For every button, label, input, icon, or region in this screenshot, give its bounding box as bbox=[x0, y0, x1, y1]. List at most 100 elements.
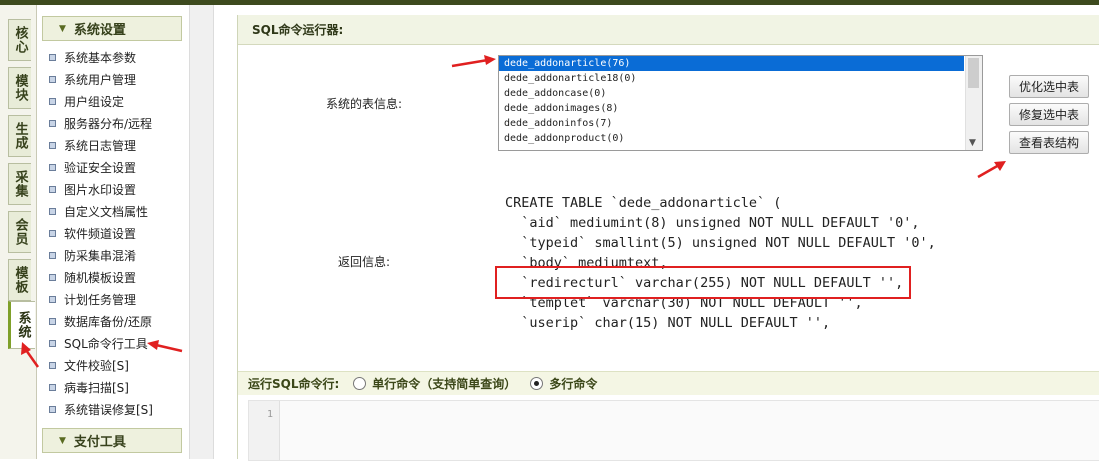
sidebar-item-error-repair[interactable]: 系统错误修复[S] bbox=[49, 398, 153, 420]
bullet-icon bbox=[49, 141, 56, 149]
bullet-icon bbox=[49, 229, 56, 237]
bullet-icon bbox=[49, 53, 56, 61]
sidebar-item-doc-attrs[interactable]: 自定义文档属性 bbox=[49, 200, 148, 222]
arrow-annotation-icon bbox=[977, 161, 1006, 179]
arrow-annotation-icon bbox=[147, 340, 183, 353]
bullet-icon bbox=[49, 119, 56, 127]
sidebar-item-security[interactable]: 验证安全设置 bbox=[49, 156, 136, 178]
sidebar-section-header-payment[interactable]: ▼ 支付工具 bbox=[42, 428, 182, 453]
bullet-icon bbox=[49, 273, 56, 281]
table-select-list[interactable]: dede_addonarticle(76) dede_addonarticle1… bbox=[498, 55, 983, 151]
result-line: `userip` char(15) NOT NULL DEFAULT '', bbox=[505, 315, 831, 331]
sidebar-section-header[interactable]: ▼ 系统设置 bbox=[42, 16, 182, 41]
tab-member[interactable]: 会员 bbox=[8, 211, 31, 253]
sidebar-item-db-backup[interactable]: 数据库备份/还原 bbox=[49, 310, 152, 332]
optimize-table-button[interactable]: 优化选中表 bbox=[1009, 75, 1089, 98]
sidebar-section-title: 支付工具 bbox=[73, 435, 126, 450]
sidebar-section-title: 系统设置 bbox=[73, 23, 126, 38]
sidebar-item-label: 系统用户管理 bbox=[64, 72, 137, 87]
sidebar-item-label: 软件频道设置 bbox=[64, 226, 137, 241]
sidebar-item-watermark[interactable]: 图片水印设置 bbox=[49, 178, 136, 200]
triangle-down-icon: ▼ bbox=[59, 23, 66, 34]
sidebar-item-anti-collect[interactable]: 防采集串混淆 bbox=[49, 244, 136, 266]
sidebar-item-label: 用户组设定 bbox=[64, 94, 125, 109]
bullet-icon bbox=[49, 97, 56, 105]
list-scrollbar[interactable]: ▼ bbox=[965, 56, 982, 150]
bullet-icon bbox=[49, 185, 56, 193]
sidebar-item-label: 病毒扫描[S] bbox=[64, 380, 129, 395]
sidebar-item-label: 随机模板设置 bbox=[64, 270, 137, 285]
sidebar: ▼ 系统设置 系统基本参数 系统用户管理 用户组设定 服务器分布/远程 系统日志… bbox=[37, 5, 189, 459]
sidebar-item-label: 文件校验[S] bbox=[64, 358, 129, 373]
sidebar-item-label: 计划任务管理 bbox=[64, 292, 137, 307]
sidebar-item-label: 服务器分布/远程 bbox=[64, 116, 153, 131]
tab-template[interactable]: 模板 bbox=[8, 259, 31, 301]
bullet-icon bbox=[49, 317, 56, 325]
tables-label: 系统的表信息: bbox=[326, 97, 403, 111]
sidebar-item-label: 系统基本参数 bbox=[64, 50, 137, 65]
scrollbar-thumb[interactable] bbox=[968, 58, 979, 88]
table-option[interactable]: dede_addoncase(0) bbox=[499, 86, 964, 101]
view-structure-button[interactable]: 查看表结构 bbox=[1009, 131, 1089, 154]
command-mode-bar: 运行SQL命令行: 单行命令（支持简单查询） 多行命令 bbox=[238, 371, 1099, 395]
bullet-icon bbox=[49, 361, 56, 369]
arrow-annotation-icon bbox=[21, 342, 40, 368]
bullet-icon bbox=[49, 339, 56, 347]
arrow-annotation-icon bbox=[451, 55, 496, 68]
radio-multi-line[interactable] bbox=[530, 377, 544, 390]
sidebar-item-label: SQL命令行工具 bbox=[64, 336, 148, 351]
sidebar-item-sql-tool[interactable]: SQL命令行工具 bbox=[49, 332, 148, 354]
sql-editor[interactable]: 1 bbox=[248, 400, 1099, 461]
highlight-annotation bbox=[495, 266, 911, 299]
panel-title: SQL命令运行器: bbox=[238, 15, 1099, 45]
sql-runner-panel: SQL命令运行器: 系统的表信息: dede_addonarticle(76) … bbox=[237, 15, 1099, 461]
table-option[interactable]: dede_addonproduct(0) bbox=[499, 131, 964, 146]
tab-core[interactable]: 核心 bbox=[8, 19, 31, 61]
bullet-icon bbox=[49, 75, 56, 83]
sidebar-item-label: 防采集串混淆 bbox=[64, 248, 137, 263]
sidebar-item-label: 图片水印设置 bbox=[64, 182, 137, 197]
left-tab-strip: 核心 模块 生成 采集 会员 模板 系统 bbox=[0, 5, 37, 459]
line-number-gutter: 1 bbox=[249, 401, 280, 460]
sidebar-item-random-template[interactable]: 随机模板设置 bbox=[49, 266, 136, 288]
result-line: CREATE TABLE `dede_addonarticle` ( bbox=[505, 195, 782, 211]
sidebar-item-servers[interactable]: 服务器分布/远程 bbox=[49, 112, 152, 134]
bullet-icon bbox=[49, 163, 56, 171]
sidebar-item-virus-scan[interactable]: 病毒扫描[S] bbox=[49, 376, 129, 398]
radio-single-line[interactable] bbox=[353, 377, 367, 390]
sidebar-item-label: 系统错误修复[S] bbox=[64, 402, 153, 417]
radio-multi-label[interactable]: 多行命令 bbox=[549, 375, 597, 392]
tab-collect[interactable]: 采集 bbox=[8, 163, 31, 205]
table-option[interactable]: dede_addonarticle(76) bbox=[499, 56, 964, 71]
sidebar-item-label: 自定义文档属性 bbox=[64, 204, 149, 219]
bullet-icon bbox=[49, 405, 56, 413]
result-line: `typeid` smallint(5) unsigned NOT NULL D… bbox=[505, 235, 936, 251]
table-option[interactable]: dede_addonarticle18(0) bbox=[499, 71, 964, 86]
bullet-icon bbox=[49, 251, 56, 259]
tab-module[interactable]: 模块 bbox=[8, 67, 31, 109]
repair-table-button[interactable]: 修复选中表 bbox=[1009, 103, 1089, 126]
sidebar-item-scheduled-tasks[interactable]: 计划任务管理 bbox=[49, 288, 136, 310]
sidebar-item-software-channel[interactable]: 软件频道设置 bbox=[49, 222, 136, 244]
radio-single-label[interactable]: 单行命令（支持简单查询） bbox=[372, 375, 516, 392]
command-label: 运行SQL命令行: bbox=[248, 377, 340, 391]
sidebar-item-user-groups[interactable]: 用户组设定 bbox=[49, 90, 124, 112]
sidebar-item-basic-params[interactable]: 系统基本参数 bbox=[49, 46, 136, 68]
result-output: CREATE TABLE `dede_addonarticle` ( `aid`… bbox=[505, 193, 945, 333]
table-option[interactable]: dede_addoninfos(7) bbox=[499, 116, 964, 131]
frame-splitter[interactable] bbox=[189, 5, 214, 459]
bullet-icon bbox=[49, 295, 56, 303]
sidebar-item-label: 数据库备份/还原 bbox=[64, 314, 153, 329]
sidebar-item-logs[interactable]: 系统日志管理 bbox=[49, 134, 136, 156]
sidebar-item-label: 验证安全设置 bbox=[64, 160, 137, 175]
triangle-down-icon: ▼ bbox=[59, 435, 66, 446]
sidebar-item-label: 系统日志管理 bbox=[64, 138, 137, 153]
tab-generate[interactable]: 生成 bbox=[8, 115, 31, 157]
bullet-icon bbox=[49, 383, 56, 391]
sidebar-item-file-check[interactable]: 文件校验[S] bbox=[49, 354, 129, 376]
line-number: 1 bbox=[266, 409, 273, 420]
table-option[interactable]: dede_addonimages(8) bbox=[499, 101, 964, 116]
chevron-down-icon[interactable]: ▼ bbox=[969, 138, 976, 148]
sidebar-item-users[interactable]: 系统用户管理 bbox=[49, 68, 136, 90]
bullet-icon bbox=[49, 207, 56, 215]
